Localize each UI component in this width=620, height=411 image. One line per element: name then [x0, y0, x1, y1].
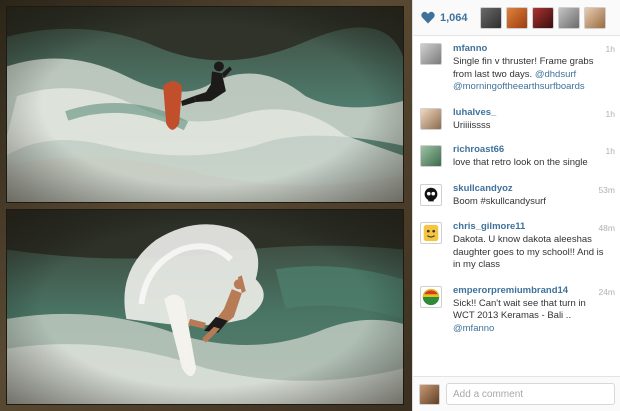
avatar[interactable] — [420, 43, 442, 65]
comments-list: mfanno 1h Single fin v thruster! Frame g… — [413, 36, 620, 376]
skull-avatar[interactable] — [420, 183, 442, 206]
comments-panel: 1,064 mfanno 1h Single fin v thruster! F… — [412, 0, 620, 411]
comment-item: emperorpremiumbrand14 24m Sick!! Can't w… — [413, 276, 620, 340]
timestamp: 53m — [598, 184, 615, 195]
surf-photo-turn — [7, 210, 403, 404]
timestamp: 24m — [598, 286, 615, 297]
timestamp: 1h — [605, 108, 615, 119]
liker-avatar[interactable] — [531, 6, 554, 29]
username-link[interactable]: chris_gilmore11 — [453, 221, 613, 232]
liker-avatar[interactable] — [583, 6, 606, 29]
username-link[interactable]: mfanno — [453, 43, 613, 54]
comment-text: Boom #skullcandysurf — [453, 195, 546, 207]
likes-bar: 1,064 — [413, 0, 620, 36]
skull-icon — [424, 187, 438, 201]
caption: mfanno 1h Single fin v thruster! Frame g… — [413, 36, 620, 98]
username-link[interactable]: skullcandyoz — [453, 183, 613, 194]
username-link[interactable]: emperorpremiumbrand14 — [453, 285, 613, 296]
comment-text: Sick!! Can't wait see that turn in WCT 2… — [453, 298, 613, 336]
avatar[interactable] — [420, 145, 442, 167]
comment-text: Uriiiissss — [453, 119, 491, 131]
comment-item: luhalves_ 1h Uriiiissss — [413, 98, 620, 137]
avatar[interactable] — [420, 107, 442, 130]
current-user-avatar — [419, 383, 440, 405]
photo-pane — [0, 0, 412, 411]
liker-avatar[interactable] — [557, 6, 580, 29]
surf-photo-aerial — [7, 7, 403, 202]
avatar[interactable] — [420, 222, 442, 244]
liker-avatar[interactable] — [479, 6, 502, 29]
heart-icon[interactable] — [421, 11, 435, 24]
avatar[interactable] — [420, 285, 442, 308]
comment-item: skullcandyoz 53m Boom #skullcandysurf — [413, 174, 620, 213]
photo-frame-bottom[interactable] — [6, 209, 404, 405]
mention-link[interactable]: @mfanno — [453, 323, 494, 334]
comment-text: love that retro look on the single — [453, 157, 588, 168]
timestamp: 1h — [605, 146, 615, 156]
comment-text: Dakota. U know dakota aleeshas daughter … — [453, 234, 604, 270]
cartoon-face-icon — [423, 224, 439, 242]
add-comment-input[interactable] — [446, 383, 615, 405]
username-link[interactable]: richroast66 — [453, 144, 613, 155]
comment-item: chris_gilmore11 48m Dakota. U know dakot… — [413, 212, 620, 276]
timestamp: 48m — [598, 223, 615, 233]
comment-item: richroast66 1h love that retro look on t… — [413, 136, 620, 174]
add-comment-row — [413, 376, 620, 411]
caption-text: Single fin v thruster! Frame grabs from … — [453, 56, 613, 94]
username-link[interactable]: luhalves_ — [453, 107, 613, 118]
like-count[interactable]: 1,064 — [440, 12, 468, 24]
liker-avatar[interactable] — [505, 6, 528, 29]
emperor-logo-icon — [422, 288, 440, 305]
photo-frame-top[interactable] — [6, 6, 404, 203]
comment-body: Sick!! Can't wait see that turn in WCT 2… — [453, 297, 586, 322]
timestamp: 1h — [605, 44, 615, 54]
